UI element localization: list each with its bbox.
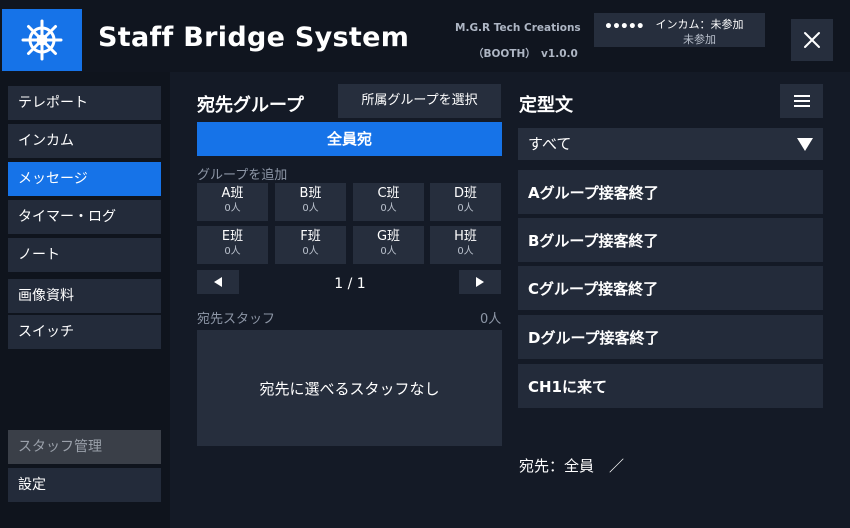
templates-title: 定型文 xyxy=(519,95,573,116)
template-item[interactable]: Cグループ接客終了 xyxy=(518,266,823,312)
sidebar-item-settings[interactable]: 設定 xyxy=(8,468,161,502)
group-name: H班 xyxy=(454,229,477,244)
triangle-right-icon xyxy=(476,277,484,287)
template-filter-value: すべて xyxy=(528,135,572,153)
app-title: Staff Bridge System xyxy=(98,22,410,53)
group-count: 0人 xyxy=(380,246,397,257)
sidebar-item-switch[interactable]: スイッチ xyxy=(8,315,161,349)
group-name: C班 xyxy=(377,186,400,201)
group-tile-b[interactable]: B班 0人 xyxy=(275,183,346,221)
sidebar-item-intercom[interactable]: インカム xyxy=(8,124,161,158)
next-page-button[interactable] xyxy=(459,270,501,294)
intercom-status-box[interactable]: ••••• インカム：未参加 未参加 xyxy=(594,13,765,47)
triangle-left-icon xyxy=(214,277,222,287)
group-count: 0人 xyxy=(224,203,241,214)
group-count: 0人 xyxy=(457,203,474,214)
version-text: （BOOTH） v1.0.0 xyxy=(473,48,578,60)
app-header: Staff Bridge System M.G.R Tech Creations… xyxy=(0,0,850,72)
intercom-label: インカム：未参加 xyxy=(655,18,744,31)
credit-text: M.G.R Tech Creations xyxy=(455,22,581,34)
group-count: 0人 xyxy=(224,246,241,257)
group-tile-c[interactable]: C班 0人 xyxy=(353,183,424,221)
group-name: E班 xyxy=(221,229,244,244)
group-name: A班 xyxy=(221,186,244,201)
close-icon xyxy=(804,32,820,48)
group-count: 0人 xyxy=(457,246,474,257)
group-name: F班 xyxy=(300,229,321,244)
group-count: 0人 xyxy=(302,203,319,214)
hamburger-menu-icon xyxy=(793,95,810,107)
template-filter-select[interactable]: すべて xyxy=(518,128,823,160)
template-item[interactable]: Dグループ接客終了 xyxy=(518,315,823,361)
group-count: 0人 xyxy=(380,203,397,214)
template-item[interactable]: CH1に来て xyxy=(518,364,823,410)
select-own-group-button[interactable]: 所属グループを選択 xyxy=(338,84,501,118)
sidebar-item-staff-management[interactable]: スタッフ管理 xyxy=(8,430,161,464)
templates-menu-button[interactable] xyxy=(780,84,823,118)
dropdown-arrow-icon xyxy=(797,138,813,151)
sidebar-item-teleport[interactable]: テレポート xyxy=(8,86,161,120)
all-recipients-button[interactable]: 全員宛 xyxy=(197,122,502,156)
group-tile-d[interactable]: D班 0人 xyxy=(430,183,501,221)
app-logo xyxy=(2,9,82,71)
intercom-status: 未参加 xyxy=(683,33,716,46)
group-tile-e[interactable]: E班 0人 xyxy=(197,226,268,264)
template-item[interactable]: Bグループ接客終了 xyxy=(518,218,823,264)
group-name: B班 xyxy=(299,186,322,201)
sidebar-item-timer-log[interactable]: タイマー・ログ xyxy=(8,200,161,234)
group-tile-h[interactable]: H班 0人 xyxy=(430,226,501,264)
recipient-staff-list: 宛先に選べるスタッフなし xyxy=(197,330,502,446)
prev-page-button[interactable] xyxy=(197,270,239,294)
ship-wheel-icon xyxy=(21,19,63,61)
group-name: G班 xyxy=(376,229,401,244)
recipient-staff-count: 0人 xyxy=(480,312,502,327)
recipient-group-title: 宛先グループ xyxy=(197,95,304,116)
page-indicator: 1 / 1 xyxy=(334,276,366,292)
add-group-label: グループを追加 xyxy=(197,168,288,183)
staff-empty-message: 宛先に選べるスタッフなし xyxy=(259,379,440,398)
template-item[interactable]: Aグループ接客終了 xyxy=(518,170,823,216)
close-button[interactable] xyxy=(791,19,833,61)
sidebar-item-note[interactable]: ノート xyxy=(8,238,161,272)
group-tile-a[interactable]: A班 0人 xyxy=(197,183,268,221)
recipient-staff-label: 宛先スタッフ xyxy=(197,312,276,327)
group-count: 0人 xyxy=(302,246,319,257)
group-name: D班 xyxy=(453,186,477,201)
group-tile-g[interactable]: G班 0人 xyxy=(353,226,424,264)
sidebar-item-images[interactable]: 画像資料 xyxy=(8,279,161,313)
destination-summary: 宛先：全員 ／ xyxy=(519,457,625,475)
group-tile-f[interactable]: F班 0人 xyxy=(275,226,346,264)
sidebar-item-message[interactable]: メッセージ xyxy=(8,162,161,196)
